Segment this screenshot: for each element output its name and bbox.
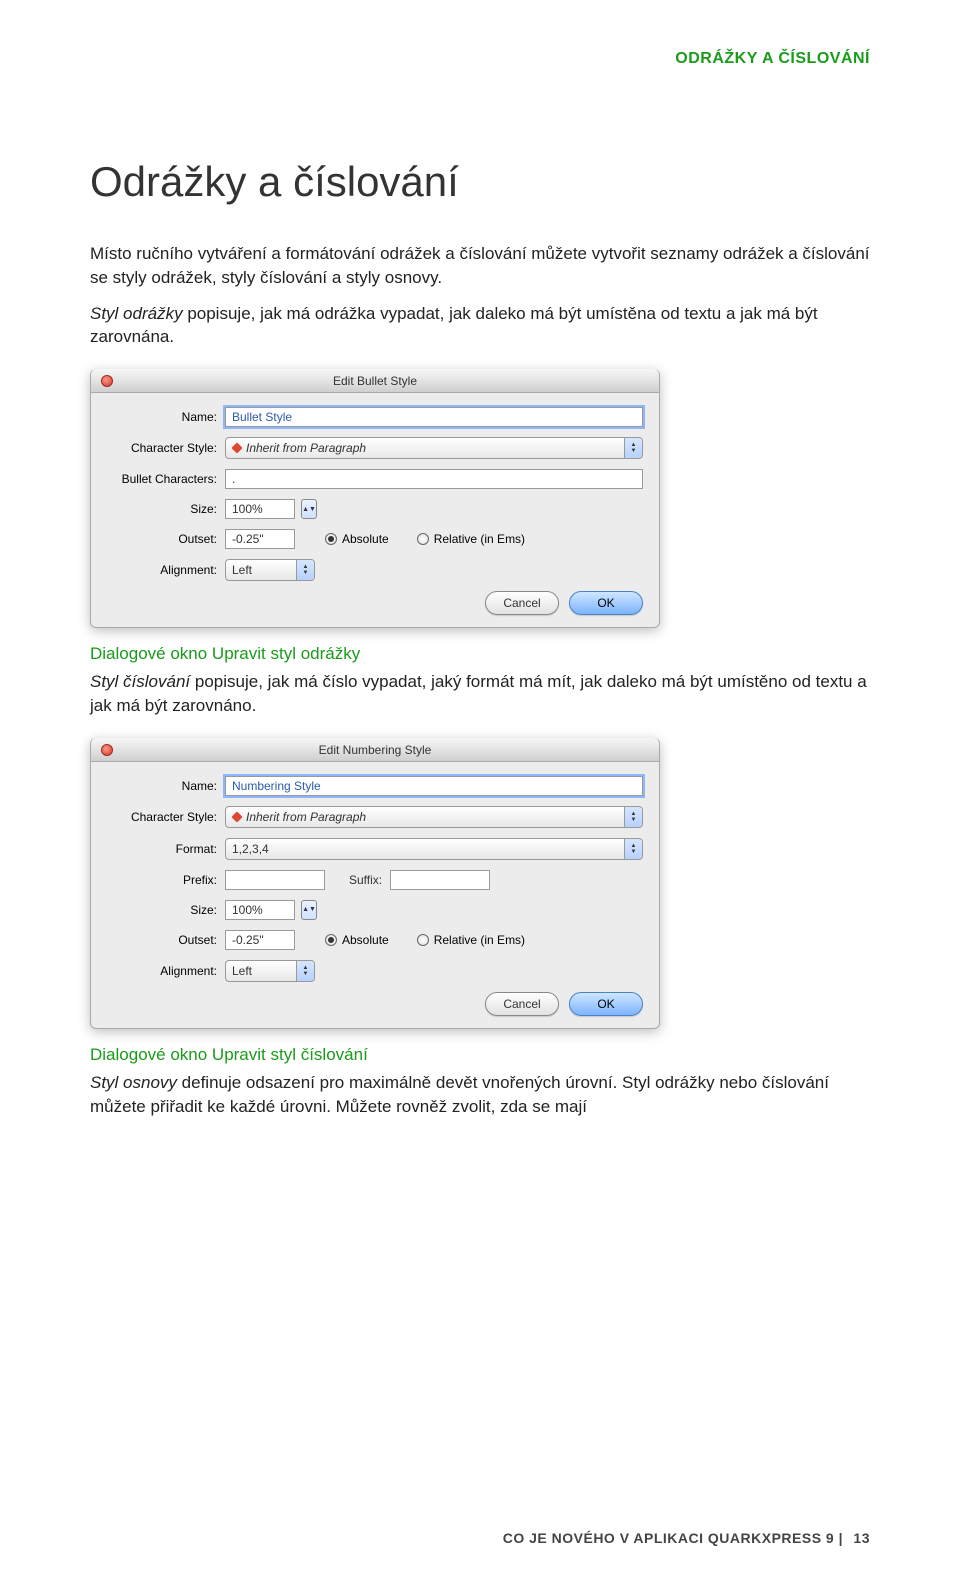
- warning-icon: [231, 443, 242, 454]
- para2-rest: popisuje, jak má odrážka vypadat, jak da…: [90, 304, 818, 347]
- alignment-value: Left: [232, 563, 252, 577]
- suffix-label: Suffix:: [325, 873, 390, 887]
- edit-numbering-style-dialog: Edit Numbering Style Name: Character Sty…: [90, 738, 660, 1029]
- dialog-title: Edit Bullet Style: [333, 374, 417, 388]
- relative-label: Relative (in Ems): [434, 933, 525, 947]
- outset-label: Outset:: [107, 933, 225, 947]
- format-label: Format:: [107, 842, 225, 856]
- chevron-updown-icon: ▲▼: [296, 560, 314, 580]
- absolute-radio[interactable]: [325, 934, 337, 946]
- close-icon[interactable]: [101, 375, 113, 387]
- dialog1-caption: Dialogové okno Upravit styl odrážky: [90, 644, 870, 664]
- chevron-updown-icon: ▲▼: [624, 438, 642, 458]
- footer: CO JE NOVÉHO V APLIKACI QUARKXPRESS 9 | …: [503, 1530, 870, 1546]
- charstyle-label: Character Style:: [107, 810, 225, 824]
- em-term: Styl osnovy: [90, 1073, 177, 1092]
- prefix-field[interactable]: [225, 870, 325, 890]
- dialog-title: Edit Numbering Style: [319, 743, 432, 757]
- charstyle-value: Inherit from Paragraph: [246, 810, 366, 824]
- numbering-style-paragraph: Styl číslování popisuje, jak má číslo vy…: [90, 670, 870, 718]
- close-icon[interactable]: [101, 744, 113, 756]
- em-term: Styl číslování: [90, 672, 190, 691]
- cancel-button[interactable]: Cancel: [485, 591, 559, 615]
- para3-rest: popisuje, jak má číslo vypadat, jaký for…: [90, 672, 867, 715]
- page-number: 13: [853, 1530, 870, 1546]
- size-field[interactable]: [225, 499, 295, 519]
- format-select[interactable]: 1,2,3,4 ▲▼: [225, 838, 643, 860]
- dialog-titlebar: Edit Numbering Style: [91, 738, 659, 762]
- format-value: 1,2,3,4: [232, 842, 269, 856]
- cancel-button[interactable]: Cancel: [485, 992, 559, 1016]
- dialog-titlebar: Edit Bullet Style: [91, 369, 659, 393]
- alignment-label: Alignment:: [107, 964, 225, 978]
- name-field[interactable]: [225, 407, 643, 427]
- outset-label: Outset:: [107, 532, 225, 546]
- relative-radio[interactable]: [417, 533, 429, 545]
- edit-bullet-style-dialog: Edit Bullet Style Name: Character Style:…: [90, 369, 660, 628]
- ok-button[interactable]: OK: [569, 992, 643, 1016]
- charstyle-select[interactable]: Inherit from Paragraph ▲▼: [225, 437, 643, 459]
- alignment-label: Alignment:: [107, 563, 225, 577]
- outset-field[interactable]: [225, 930, 295, 950]
- chevron-updown-icon: ▲▼: [624, 807, 642, 827]
- name-label: Name:: [107, 779, 225, 793]
- relative-radio[interactable]: [417, 934, 429, 946]
- warning-icon: [231, 811, 242, 822]
- prefix-label: Prefix:: [107, 873, 225, 887]
- size-label: Size:: [107, 903, 225, 917]
- section-header: ODRÁŽKY A ČÍSLOVÁNÍ: [90, 50, 870, 68]
- dialog-content: Name: Character Style: Inherit from Para…: [91, 393, 659, 627]
- name-label: Name:: [107, 410, 225, 424]
- name-field[interactable]: [225, 776, 643, 796]
- alignment-select[interactable]: Left ▲▼: [225, 960, 315, 982]
- page-title: Odrážky a číslování: [90, 158, 870, 206]
- bullets-field[interactable]: [225, 469, 643, 489]
- chevron-updown-icon: ▲▼: [624, 839, 642, 859]
- charstyle-select[interactable]: Inherit from Paragraph ▲▼: [225, 806, 643, 828]
- charstyle-label: Character Style:: [107, 441, 225, 455]
- absolute-label: Absolute: [342, 933, 389, 947]
- alignment-select[interactable]: Left ▲▼: [225, 559, 315, 581]
- size-field[interactable]: [225, 900, 295, 920]
- footer-text: CO JE NOVÉHO V APLIKACI QUARKXPRESS 9: [503, 1530, 834, 1546]
- intro-paragraph: Místo ručního vytváření a formátování od…: [90, 242, 870, 290]
- size-stepper[interactable]: ▲▼: [301, 900, 317, 920]
- bullet-style-paragraph: Styl odrážky popisuje, jak má odrážka vy…: [90, 302, 870, 350]
- suffix-field[interactable]: [390, 870, 490, 890]
- size-stepper[interactable]: ▲▼: [301, 499, 317, 519]
- dialog-content: Name: Character Style: Inherit from Para…: [91, 762, 659, 1028]
- bullets-label: Bullet Characters:: [107, 472, 225, 486]
- footer-sep: |: [834, 1530, 847, 1546]
- absolute-label: Absolute: [342, 532, 389, 546]
- alignment-value: Left: [232, 964, 252, 978]
- size-label: Size:: [107, 502, 225, 516]
- outline-style-paragraph: Styl osnovy definuje odsazení pro maximá…: [90, 1071, 870, 1119]
- para4-rest: definuje odsazení pro maximálně devět vn…: [90, 1073, 829, 1116]
- chevron-updown-icon: ▲▼: [296, 961, 314, 981]
- outset-field[interactable]: [225, 529, 295, 549]
- ok-button[interactable]: OK: [569, 591, 643, 615]
- relative-label: Relative (in Ems): [434, 532, 525, 546]
- dialog2-caption: Dialogové okno Upravit styl číslování: [90, 1045, 870, 1065]
- charstyle-value: Inherit from Paragraph: [246, 441, 366, 455]
- absolute-radio[interactable]: [325, 533, 337, 545]
- em-term: Styl odrážky: [90, 304, 183, 323]
